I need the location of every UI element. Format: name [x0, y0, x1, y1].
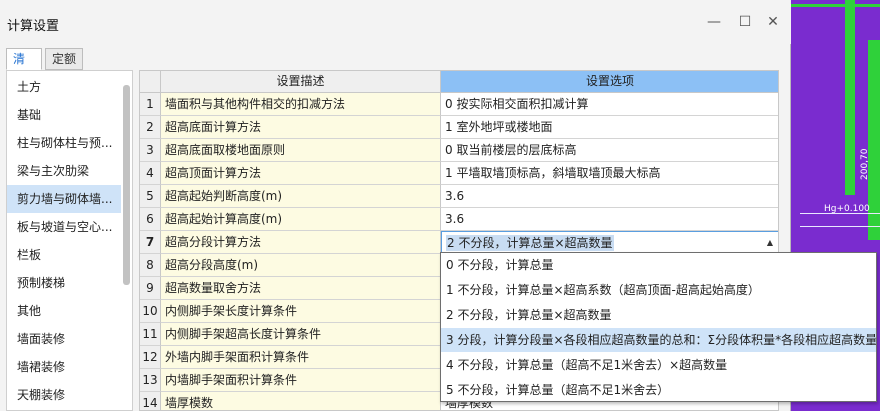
row-number: 7: [140, 231, 161, 254]
tab-bill[interactable]: 清单: [6, 48, 42, 86]
title-bar[interactable]: 计算设置 — ☐ ✕: [0, 0, 791, 44]
category-item[interactable]: 天棚装修: [7, 381, 121, 409]
row-desc: 超高分段高度(m): [161, 254, 441, 277]
category-item[interactable]: 柱与砌体柱与预...: [7, 129, 121, 157]
close-button[interactable]: ✕: [763, 12, 783, 32]
table-row[interactable]: 2 超高底面计算方法 1 室外地坪或楼地面: [140, 116, 778, 139]
category-item-selected[interactable]: 剪力墙与砌体墙...: [7, 185, 121, 213]
category-item[interactable]: 基础: [7, 101, 121, 129]
row-number: 10: [140, 300, 161, 323]
row-option[interactable]: 3.6: [441, 208, 778, 231]
cad-green-line: [791, 4, 880, 7]
option-dropdown-list[interactable]: 0 不分段，计算总量 1 不分段，计算总量×超高系数（超高顶面-超高起始高度） …: [440, 252, 877, 402]
row-number: 8: [140, 254, 161, 277]
maximize-button[interactable]: ☐: [735, 12, 755, 32]
category-item[interactable]: 梁与主次肋梁: [7, 157, 121, 185]
row-desc: 超高分段计算方法: [161, 231, 441, 254]
row-desc: 外墙内脚手架面积计算条件: [161, 346, 441, 369]
list-scrollbar-thumb[interactable]: [123, 85, 130, 285]
table-row[interactable]: 6 超高起始计算高度(m) 3.6: [140, 208, 778, 231]
cad-vertical-label: 200,70: [860, 148, 870, 181]
row-option[interactable]: 1 室外地坪或楼地面: [441, 116, 778, 139]
table-row-current[interactable]: 7 超高分段计算方法 2 不分段，计算总量×超高数量 ▲: [140, 231, 778, 254]
header-index: [140, 71, 161, 93]
row-number: 4: [140, 162, 161, 185]
dropdown-arrow-icon[interactable]: ▲: [767, 232, 773, 253]
row-option[interactable]: 0 取当前楼层的层底标高: [441, 139, 778, 162]
cad-elevation-label: Hg+0.100: [824, 204, 870, 214]
row-number: 11: [140, 323, 161, 346]
row-number: 2: [140, 116, 161, 139]
dialog-title: 计算设置: [7, 19, 60, 34]
option-combobox[interactable]: 2 不分段，计算总量×超高数量 ▲: [441, 231, 778, 254]
row-desc: 超高数量取舍方法: [161, 277, 441, 300]
dropdown-option[interactable]: 2 不分段，计算总量×超高数量: [441, 303, 876, 327]
header-option: 设置选项: [441, 71, 778, 93]
dropdown-option-highlighted[interactable]: 3 分段，计算分段量×各段相应超高数量的总和：Σ分段体积量*各段相应超高数量: [441, 328, 876, 352]
row-desc: 超高起始计算高度(m): [161, 208, 441, 231]
row-number: 14: [140, 392, 161, 410]
row-number: 13: [140, 369, 161, 392]
combobox-selected-value: 2 不分段，计算总量×超高数量: [446, 235, 614, 251]
header-desc: 设置描述: [161, 71, 441, 93]
dropdown-option[interactable]: 5 不分段，计算总量（超高不足1米舍去）: [441, 378, 876, 402]
row-desc: 超高底面计算方法: [161, 116, 441, 139]
category-item[interactable]: 板与坡道与空心...: [7, 213, 121, 241]
dropdown-option[interactable]: 1 不分段，计算总量×超高系数（超高顶面-超高起始高度）: [441, 278, 876, 302]
row-number: 1: [140, 93, 161, 116]
row-desc: 墙面积与其他构件相交的扣减方法: [161, 93, 441, 116]
row-desc: 超高底面取楼地面原则: [161, 139, 441, 162]
table-row[interactable]: 5 超高起始判断高度(m) 3.6: [140, 185, 778, 208]
row-desc: 内墙脚手架面积计算条件: [161, 369, 441, 392]
row-option[interactable]: 0 按实际相交面积扣减计算: [441, 93, 778, 116]
row-number: 6: [140, 208, 161, 231]
minimize-button[interactable]: —: [704, 12, 724, 32]
row-desc: 内侧脚手架长度计算条件: [161, 300, 441, 323]
row-desc: 超高起始判断高度(m): [161, 185, 441, 208]
row-number: 3: [140, 139, 161, 162]
tab-quota[interactable]: 定额: [45, 48, 83, 70]
cad-green-column: [845, 0, 855, 195]
row-number: 12: [140, 346, 161, 369]
row-option[interactable]: 1 平墙取墙顶标高，斜墙取墙顶最大标高: [441, 162, 778, 185]
table-row[interactable]: 1 墙面积与其他构件相交的扣减方法 0 按实际相交面积扣减计算: [140, 93, 778, 116]
table-row[interactable]: 4 超高顶面计算方法 1 平墙取墙顶标高，斜墙取墙顶最大标高: [140, 162, 778, 185]
category-item[interactable]: 墙裙装修: [7, 353, 121, 381]
category-item[interactable]: 墙面装修: [7, 325, 121, 353]
cad-dimension-line: [800, 226, 880, 227]
table-row[interactable]: 3 超高底面取楼地面原则 0 取当前楼层的层底标高: [140, 139, 778, 162]
row-desc: 墙厚模数: [161, 392, 441, 410]
category-item[interactable]: 其他: [7, 297, 121, 325]
dropdown-option[interactable]: 0 不分段，计算总量: [441, 253, 876, 277]
dropdown-option[interactable]: 4 不分段，计算总量（超高不足1米舍去）×超高数量: [441, 353, 876, 377]
category-item[interactable]: 土方: [7, 73, 121, 101]
row-number: 5: [140, 185, 161, 208]
row-desc: 内侧脚手架超高长度计算条件: [161, 323, 441, 346]
row-desc: 超高顶面计算方法: [161, 162, 441, 185]
row-number: 9: [140, 277, 161, 300]
row-option[interactable]: 3.6: [441, 185, 778, 208]
category-item[interactable]: 栏板: [7, 241, 121, 269]
category-item[interactable]: 预制楼梯: [7, 269, 121, 297]
category-list[interactable]: 土方 基础 柱与砌体柱与预... 梁与主次肋梁 剪力墙与砌体墙... 板与坡道与…: [6, 70, 133, 411]
